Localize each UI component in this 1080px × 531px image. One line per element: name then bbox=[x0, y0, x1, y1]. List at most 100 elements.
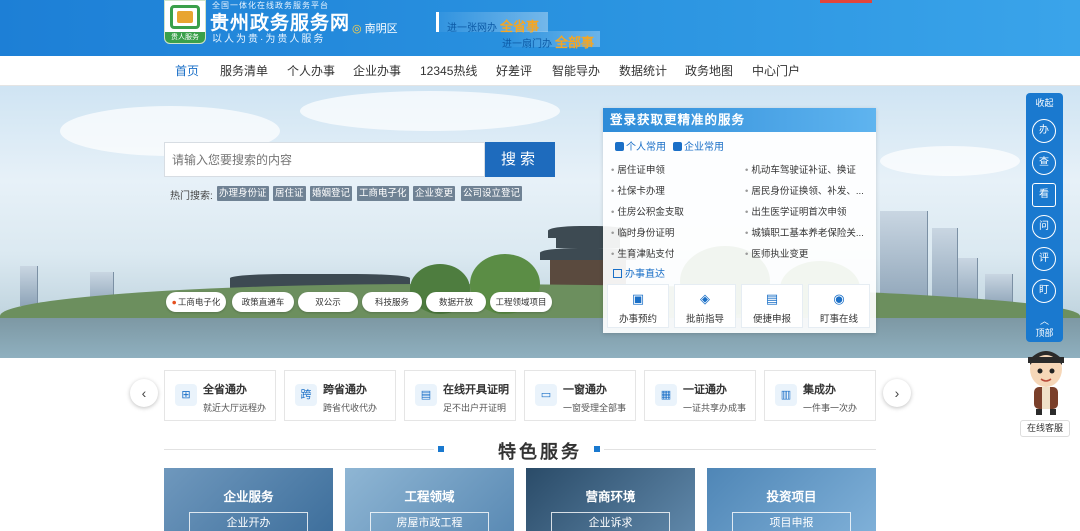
rail-handle-icon[interactable]: 办 bbox=[1032, 119, 1056, 143]
panel-link[interactable]: 生育津贴支付 bbox=[611, 246, 674, 260]
feature-title: 企业服务 bbox=[223, 490, 274, 504]
pre-guidance-button[interactable]: ◈ 批前指导 bbox=[674, 284, 736, 328]
service-card[interactable]: ▭ 一窗通办 一窗受理全部事 bbox=[524, 370, 636, 421]
service-sub: 一证共享办成事 bbox=[683, 403, 747, 413]
banner1-text: 进一张网办 bbox=[447, 23, 497, 34]
feature-title: 工程领域 bbox=[404, 490, 455, 504]
banner2-text: 进一扇门办 bbox=[502, 39, 552, 50]
main-nav: 首页 服务清单 个人办事 企业办事 12345热线 好差评 智能导办 数据统计 … bbox=[0, 56, 1080, 86]
nav-statistics[interactable]: 数据统计 bbox=[619, 56, 667, 86]
panel-link[interactable]: 社保卡办理 bbox=[611, 183, 665, 197]
site-logo-icon[interactable]: 贵人服务 bbox=[164, 0, 206, 44]
carousel-next-button[interactable]: › bbox=[883, 379, 911, 407]
top-red-bar bbox=[820, 0, 872, 3]
certificate-icon: ▤ bbox=[415, 384, 437, 406]
panel-link[interactable]: 城镇职工基本养老保险关... bbox=[745, 225, 863, 239]
panel-link[interactable]: 医师执业变更 bbox=[745, 246, 808, 260]
carousel-prev-button[interactable]: ‹ bbox=[130, 379, 158, 407]
feature-card-business-env[interactable]: 营商环境 企业诉求 bbox=[526, 468, 695, 531]
tab-enterprise-common[interactable]: 企业常用 bbox=[673, 138, 724, 153]
rail-evaluate-icon[interactable]: 评 bbox=[1032, 247, 1056, 271]
watch-icon: ◉ bbox=[833, 291, 845, 306]
search-button[interactable]: 搜索 bbox=[485, 142, 555, 177]
search-input[interactable] bbox=[165, 143, 484, 176]
feature-link[interactable]: 企业开办 bbox=[189, 512, 308, 531]
quick-link-pill[interactable]: 工程领域项目 bbox=[490, 292, 552, 312]
service-title: 全省通办 bbox=[203, 384, 247, 396]
location-pin-icon: ◎ bbox=[352, 23, 362, 35]
quick-link-pill[interactable]: 数据开放 bbox=[426, 292, 486, 312]
building-icon bbox=[673, 142, 682, 151]
hot-search-label: 热门搜索: bbox=[170, 191, 213, 202]
online-service-button[interactable]: 在线客服 bbox=[1020, 420, 1070, 437]
location-selector[interactable]: ◎ 南明区 bbox=[352, 20, 398, 36]
feature-link[interactable]: 房屋市政工程 bbox=[370, 512, 489, 531]
user-icon bbox=[615, 142, 624, 151]
layers-icon: ◈ bbox=[700, 291, 710, 306]
service-sub: 跨省代收代办 bbox=[323, 403, 378, 413]
right-side-rail: 收起 办 查 看 问 评 盯 ︿ 顶部 bbox=[1026, 93, 1063, 342]
tab-personal-common[interactable]: 个人常用 bbox=[615, 138, 666, 153]
window-icon: ▭ bbox=[535, 384, 557, 406]
nav-hotline[interactable]: 12345热线 bbox=[420, 56, 477, 86]
collapse-button[interactable]: 收起 bbox=[1026, 93, 1063, 113]
hot-tag[interactable]: 办理身份证 bbox=[217, 186, 269, 201]
feature-link[interactable]: 企业诉求 bbox=[551, 512, 670, 531]
direct-service-link[interactable]: 办事直达 bbox=[613, 265, 665, 280]
service-card[interactable]: ▦ 一证通办 一证共享办成事 bbox=[644, 370, 756, 421]
building bbox=[880, 211, 928, 306]
nav-service-list[interactable]: 服务清单 bbox=[220, 56, 268, 86]
chevron-up-icon: ︿ bbox=[1039, 316, 1049, 326]
hot-tag[interactable]: 婚姻登记 bbox=[310, 186, 353, 201]
panel-link[interactable]: 出生医学证明首次申领 bbox=[745, 204, 846, 218]
panel-link[interactable]: 机动车驾驶证补证、换证 bbox=[745, 162, 856, 176]
nav-smart-guide[interactable]: 智能导办 bbox=[552, 56, 600, 86]
panel-link[interactable]: 居住证申领 bbox=[611, 162, 665, 176]
rail-search-icon[interactable]: 查 bbox=[1032, 151, 1056, 175]
quick-link-pill[interactable]: 政策直通车 bbox=[232, 292, 294, 312]
feature-card-engineering[interactable]: 工程领域 房屋市政工程 bbox=[345, 468, 514, 531]
service-card[interactable]: 跨 跨省通办 跨省代收代办 bbox=[284, 370, 396, 421]
feature-card-enterprise[interactable]: 企业服务 企业开办 bbox=[164, 468, 333, 531]
service-title: 跨省通办 bbox=[323, 384, 367, 396]
appointment-button[interactable]: ▣ 办事预约 bbox=[607, 284, 669, 328]
nav-map[interactable]: 政务地图 bbox=[685, 56, 733, 86]
feature-card-investment[interactable]: 投资项目 项目申报 bbox=[707, 468, 876, 531]
feature-link[interactable]: 项目申报 bbox=[732, 512, 851, 531]
quick-apply-button[interactable]: ▤ 便捷申报 bbox=[741, 284, 803, 328]
hot-tag[interactable]: 公司设立登记 bbox=[461, 186, 523, 201]
hot-tag[interactable]: 工商电子化 bbox=[357, 186, 409, 201]
service-card[interactable]: ▤ 在线开具证明 足不出户开证明 bbox=[404, 370, 516, 421]
quick-link-pill[interactable]: 科技服务 bbox=[362, 292, 422, 312]
cloud bbox=[300, 91, 560, 131]
panel-link[interactable]: 居民身份证换领、补发、... bbox=[745, 183, 863, 197]
service-card[interactable]: ▥ 集成办 一件事一次办 bbox=[764, 370, 876, 421]
direct-label: 办事直达 bbox=[625, 269, 665, 280]
service-sub: 一件事一次办 bbox=[803, 403, 858, 413]
panel-link[interactable]: 临时身份证明 bbox=[611, 225, 674, 239]
button-label: 盯事在线 bbox=[819, 314, 858, 325]
section-divider bbox=[604, 449, 876, 450]
hot-tag[interactable]: 居住证 bbox=[273, 186, 306, 201]
site-slogan: 以人为贵·为贵人服务 bbox=[212, 34, 326, 45]
service-card[interactable]: ⊞ 全省通办 就近大厅远程办 bbox=[164, 370, 276, 421]
track-online-button[interactable]: ◉ 盯事在线 bbox=[808, 284, 870, 328]
nav-portal[interactable]: 中心门户 bbox=[752, 56, 800, 86]
quick-link-pill[interactable]: ●工商电子化 bbox=[166, 292, 226, 312]
rail-track-icon[interactable]: 盯 bbox=[1032, 279, 1056, 303]
nav-enterprise[interactable]: 企业办事 bbox=[353, 56, 401, 86]
panel-link[interactable]: 住房公积金支取 bbox=[611, 204, 684, 218]
back-to-top-button[interactable]: ︿ 顶部 bbox=[1026, 311, 1063, 341]
quick-link-pill[interactable]: 双公示 bbox=[298, 292, 358, 312]
nav-personal[interactable]: 个人办事 bbox=[287, 56, 335, 86]
mascot-avatar-icon[interactable] bbox=[1022, 345, 1070, 417]
integrated-icon: ▥ bbox=[775, 384, 797, 406]
nav-home[interactable]: 首页 bbox=[175, 56, 199, 86]
section-title: 特色服务 bbox=[498, 442, 582, 462]
feature-title: 投资项目 bbox=[766, 490, 817, 504]
hot-tag[interactable]: 企业变更 bbox=[413, 186, 456, 201]
rail-view-icon[interactable]: 看 bbox=[1032, 183, 1056, 207]
nav-rating[interactable]: 好差评 bbox=[496, 56, 532, 86]
document-icon: ▤ bbox=[765, 291, 779, 306]
rail-ask-icon[interactable]: 问 bbox=[1032, 215, 1056, 239]
